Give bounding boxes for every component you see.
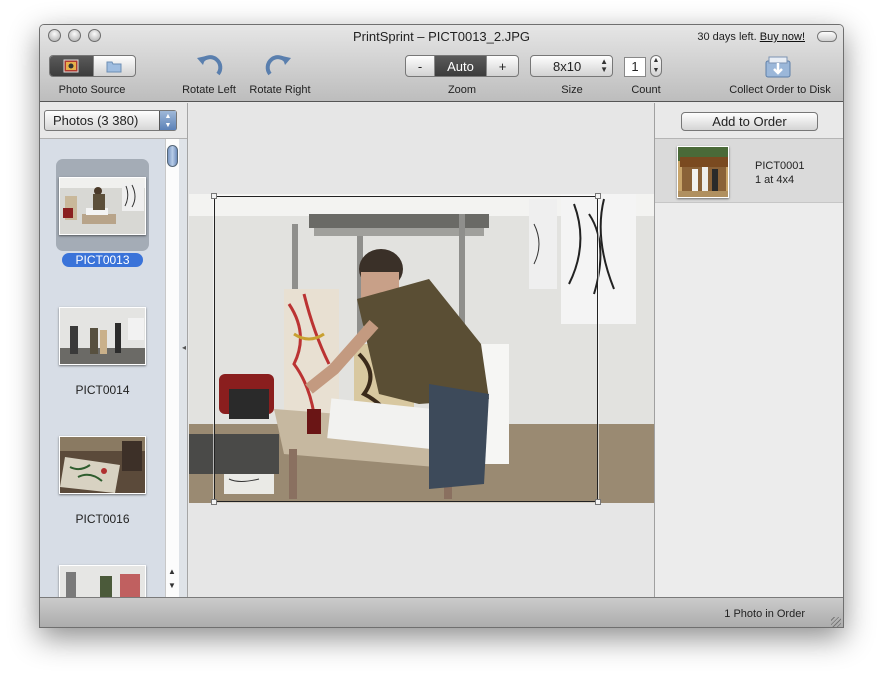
thumbnail-list: PICT0013 PICT0014 PICT0016 xyxy=(40,139,165,597)
rotate-left-label: Rotate Left xyxy=(182,84,236,96)
thumbnail-scrollbar[interactable]: ▲ ▼ xyxy=(165,139,179,597)
order-item-name: PICT0001 xyxy=(755,160,805,172)
thumbnail-image xyxy=(59,177,146,235)
count-label: Count xyxy=(631,84,661,96)
thumbnail-label: PICT0014 xyxy=(75,383,130,397)
zoom-control: - Auto + xyxy=(405,55,519,77)
zoom-auto-button[interactable]: Auto xyxy=(434,56,486,76)
size-label: Size xyxy=(561,84,583,96)
scroll-up-icon[interactable]: ▲ xyxy=(168,567,176,576)
order-panel: Add to Order PICT0001 1 at 4x4 xyxy=(654,103,843,597)
app-window: PrintSprint – PICT0013_2.JPG 30 days lef… xyxy=(39,24,844,628)
thumbnail-item[interactable]: PICT0016 xyxy=(56,418,149,532)
folder-icon xyxy=(106,61,122,72)
album-popup[interactable]: Photos (3 380) ▲ ▼ xyxy=(44,110,177,131)
crop-handle[interactable] xyxy=(211,193,217,199)
preview-area xyxy=(189,103,654,597)
iphoto-source-button[interactable] xyxy=(50,56,93,76)
order-status-text: 1 Photo in Order xyxy=(724,608,805,620)
thumbnail-item[interactable]: PICT0014 xyxy=(56,289,149,403)
zoom-in-button[interactable]: + xyxy=(486,56,518,76)
album-bar: Photos (3 380) ▲ ▼ xyxy=(40,103,187,139)
crop-handle[interactable] xyxy=(595,193,601,199)
thumbnail-item[interactable] xyxy=(56,547,149,597)
splitter-handle-icon[interactable]: ◂ xyxy=(182,343,186,352)
count-field[interactable]: 1 xyxy=(624,57,646,77)
crop-handle[interactable] xyxy=(211,499,217,505)
thumbnail-label: PICT0016 xyxy=(75,512,130,526)
crop-handle[interactable] xyxy=(595,499,601,505)
rotate-left-icon[interactable] xyxy=(194,52,224,82)
scroll-down-icon[interactable]: ▼ xyxy=(168,581,176,590)
thumbnail-label: PICT0013 xyxy=(62,253,143,267)
add-to-order-button[interactable]: Add to Order xyxy=(681,112,818,131)
trial-notice: 30 days left. Buy now! xyxy=(697,31,805,43)
album-popup-value: Photos (3 380) xyxy=(53,113,139,128)
thumbnail-image xyxy=(59,307,146,365)
photo-source-label: Photo Source xyxy=(58,84,126,96)
rotate-right-icon[interactable] xyxy=(264,52,294,82)
photo-source-control xyxy=(49,55,136,77)
buy-now-link[interactable]: Buy now! xyxy=(760,31,805,43)
order-item-quantity: 1 at 4x4 xyxy=(755,174,795,186)
order-item[interactable]: PICT0001 1 at 4x4 xyxy=(655,139,843,203)
crop-frame[interactable] xyxy=(211,193,601,505)
rotate-right-label: Rotate Right xyxy=(249,84,311,96)
status-bar: 1 Photo in Order xyxy=(40,597,843,627)
popup-arrows-icon: ▲ ▼ xyxy=(159,111,176,130)
resize-grip-icon[interactable] xyxy=(831,617,841,627)
thumbnail-image xyxy=(59,565,146,597)
popup-arrows-icon: ▲ ▼ xyxy=(600,57,608,74)
folder-source-button[interactable] xyxy=(92,56,136,76)
size-value: 8x10 xyxy=(553,58,582,74)
scrollbar-knob[interactable] xyxy=(167,145,178,167)
disk-export-icon[interactable] xyxy=(763,51,793,81)
iphoto-icon xyxy=(63,59,79,73)
toolbar-toggle-button[interactable] xyxy=(817,31,837,42)
zoom-out-button[interactable]: - xyxy=(406,56,434,76)
count-stepper[interactable]: ▲ ▼ xyxy=(650,55,662,77)
collect-order-label: Collect Order to Disk xyxy=(729,84,831,96)
order-item-thumbnail xyxy=(677,146,729,198)
size-popup[interactable]: 8x10 ▲ ▼ xyxy=(530,55,613,77)
toolbar: PrintSprint – PICT0013_2.JPG 30 days lef… xyxy=(40,25,843,102)
photo-browser: Photos (3 380) ▲ ▼ PICT0013 PICT0014 PIC… xyxy=(40,103,188,597)
trial-text: 30 days left. xyxy=(697,31,757,43)
zoom-label: Zoom xyxy=(447,84,477,96)
order-toolbar: Add to Order xyxy=(655,103,843,139)
thumbnail-item[interactable]: PICT0013 xyxy=(56,159,149,273)
thumbnail-image xyxy=(59,436,146,494)
